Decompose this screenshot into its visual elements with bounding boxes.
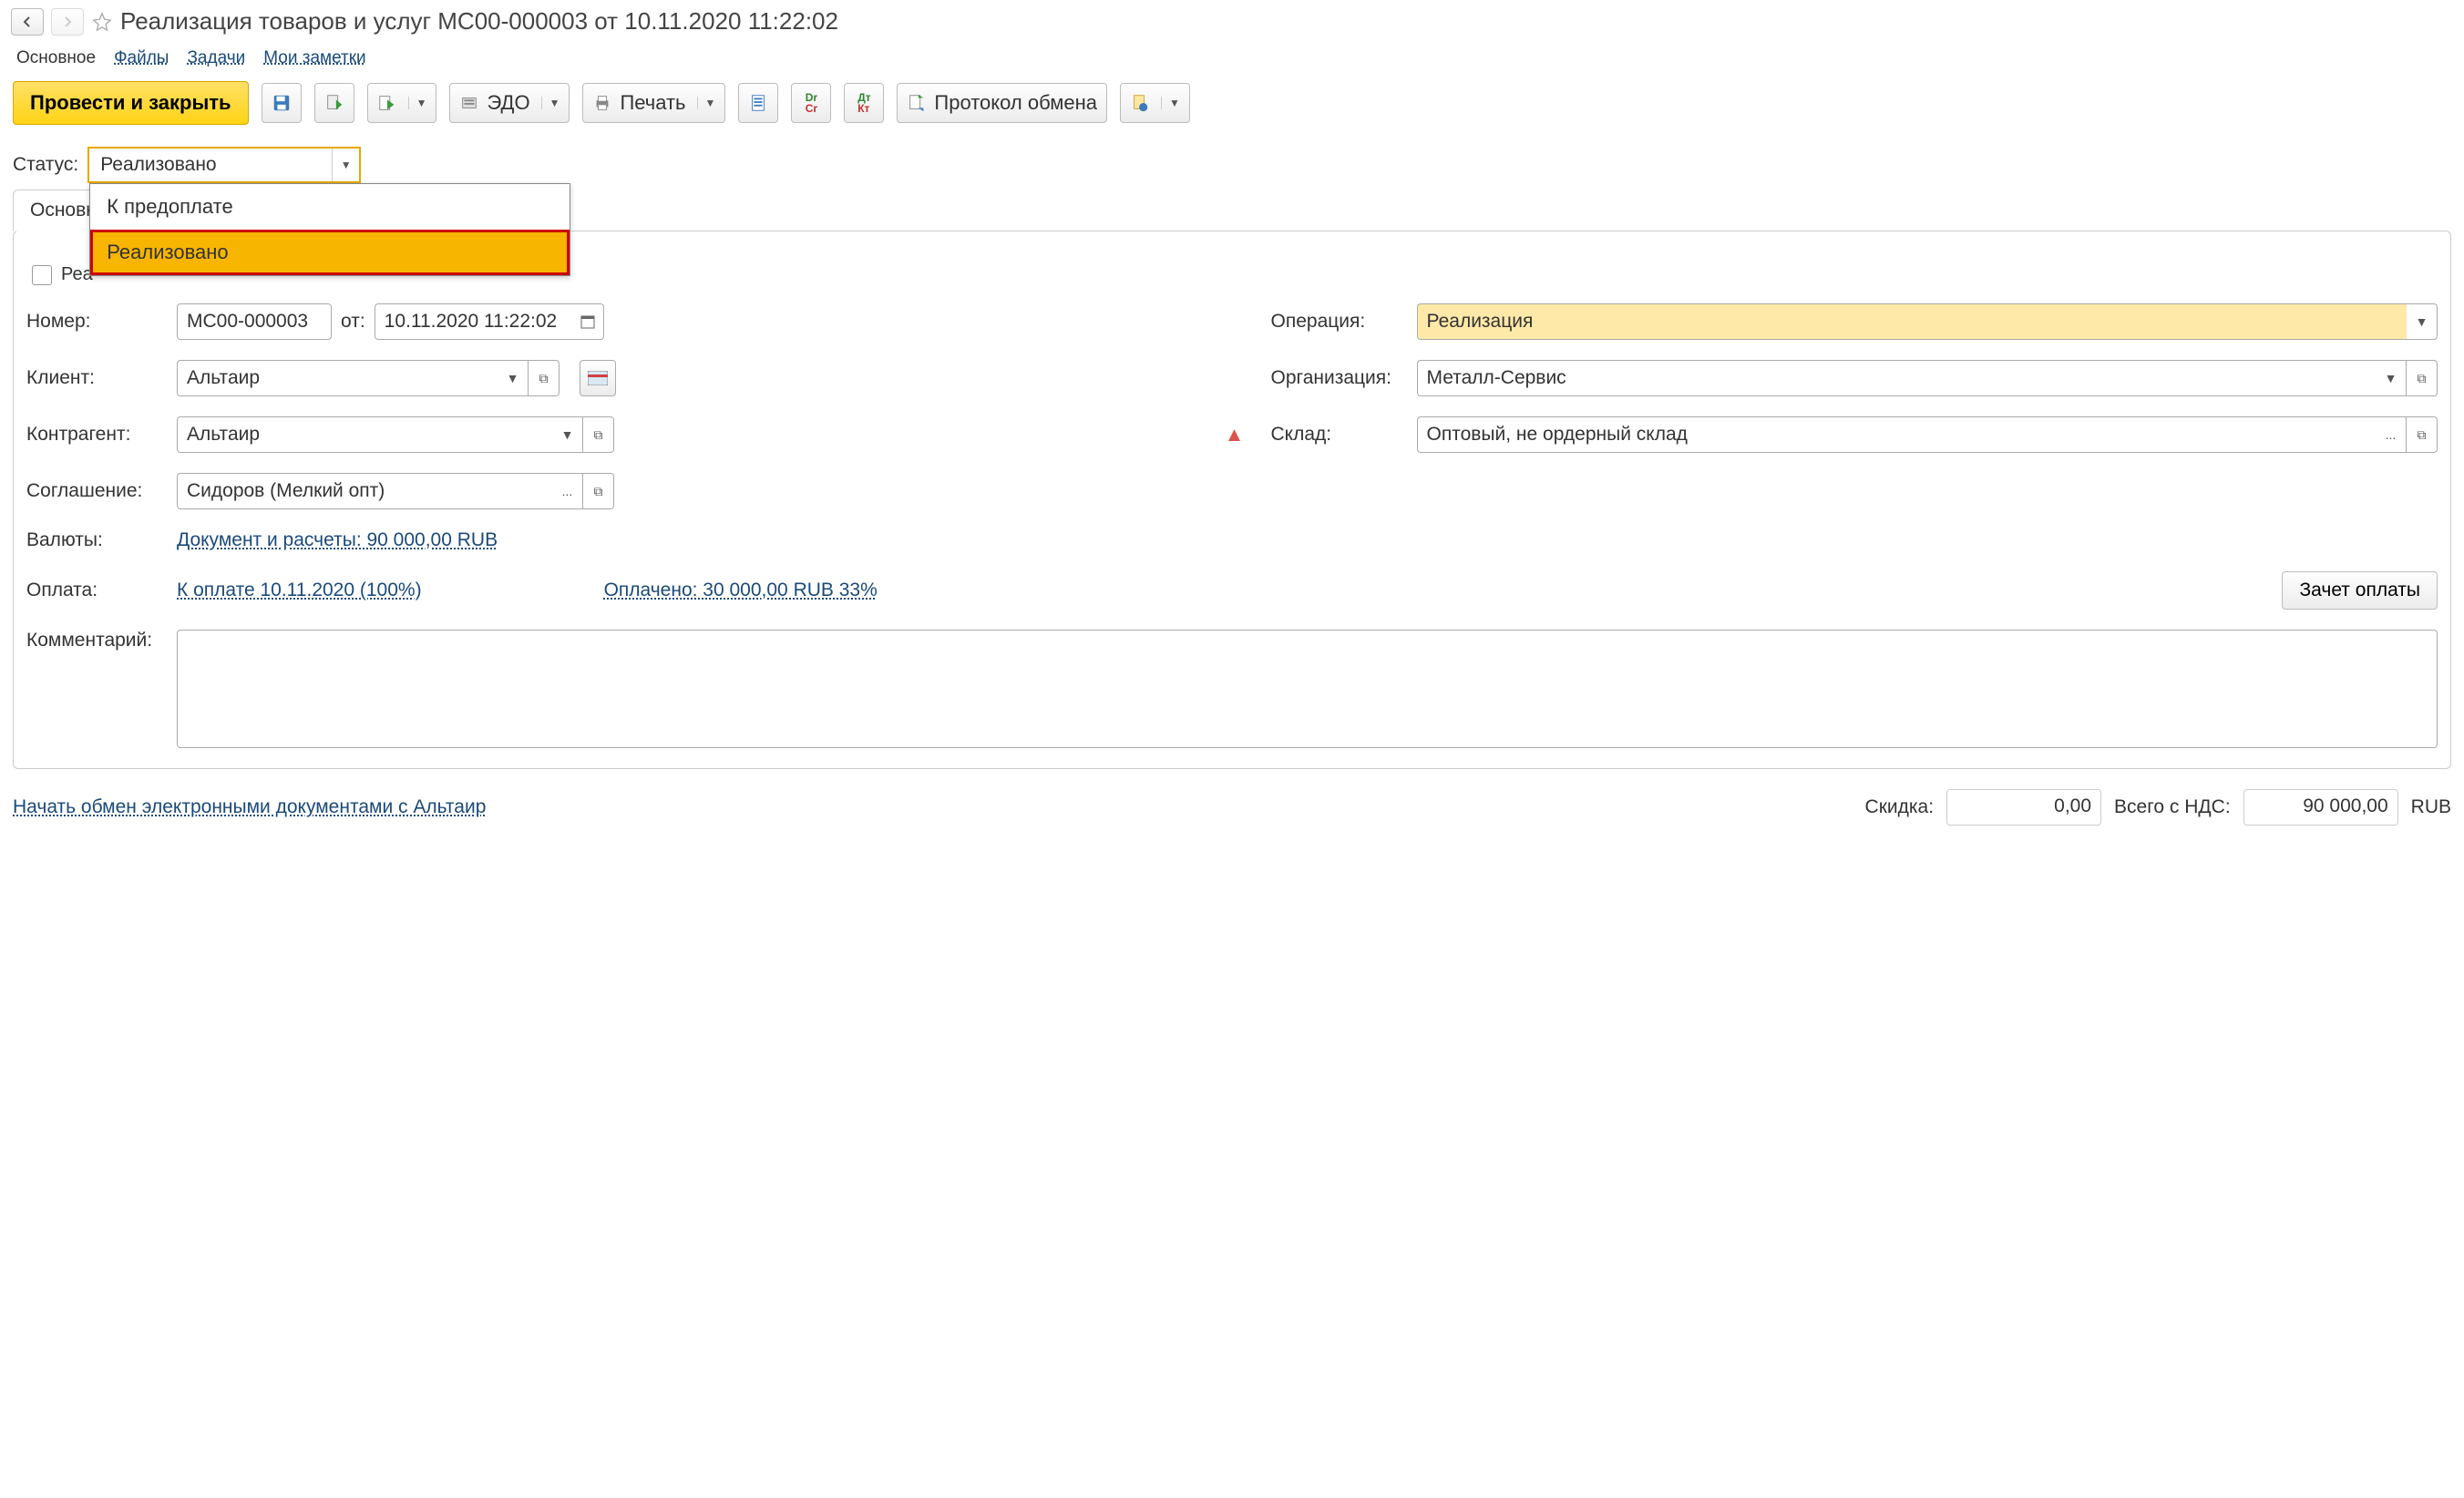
chevron-down-icon[interactable]: ▼	[2376, 360, 2407, 396]
drcr-button[interactable]: DrCr	[791, 83, 831, 123]
open-icon[interactable]: ⧉	[2407, 416, 2438, 453]
operation-field[interactable]: Реализация	[1417, 303, 2408, 340]
edo-button[interactable]: ЭДО ▼	[449, 83, 570, 123]
org-field[interactable]: Металл-Сервис	[1417, 360, 2377, 396]
edo-label: ЭДО	[487, 91, 529, 115]
ellipsis-icon[interactable]: ...	[2376, 416, 2407, 453]
tab-notes[interactable]: Мои заметки	[263, 48, 365, 68]
number-field[interactable]: МС00-000003	[177, 303, 332, 340]
status-label: Статус:	[13, 154, 78, 176]
agreement-field[interactable]: Сидоров (Мелкий опт)	[177, 473, 552, 509]
payment-label: Оплата:	[26, 580, 168, 601]
total-value: 90 000,00	[2243, 789, 2398, 826]
chevron-down-icon: ▼	[408, 97, 427, 109]
save-button[interactable]	[262, 83, 302, 123]
org-label: Организация:	[1271, 367, 1408, 389]
calendar-icon[interactable]	[573, 303, 604, 340]
tab-main[interactable]: Основное	[16, 48, 96, 68]
chevron-down-icon: ▼	[697, 97, 716, 109]
protocol-label: Протокол обмена	[934, 91, 1097, 115]
post-button[interactable]	[314, 83, 354, 123]
chevron-down-icon: ▼	[541, 97, 560, 109]
client-field[interactable]: Альтаир	[177, 360, 498, 396]
comment-field[interactable]	[177, 630, 2438, 748]
open-icon[interactable]: ⧉	[583, 473, 614, 509]
date-field[interactable]: 10.11.2020 11:22:02	[375, 303, 573, 340]
discount-label: Скидка:	[1865, 796, 1935, 818]
operation-label: Операция:	[1271, 311, 1408, 333]
currency-label: RUB	[2411, 796, 2451, 818]
currency-label: Валюты:	[26, 529, 168, 551]
chevron-down-icon[interactable]: ▼	[2407, 303, 2438, 340]
based-on-button[interactable]: ▼	[367, 83, 437, 123]
number-label: Номер:	[26, 311, 168, 333]
contragent-field[interactable]: Альтаир	[177, 416, 552, 453]
forward-button[interactable]	[51, 8, 84, 36]
status-dropdown: К предоплате Реализовано	[89, 183, 570, 276]
exchange-protocol-button[interactable]: Протокол обмена	[897, 83, 1107, 123]
paid-link[interactable]: Оплачено: 30 000,00 RUB 33%	[604, 580, 878, 601]
tab-tasks[interactable]: Задачи	[187, 48, 245, 68]
dtct-button[interactable]: ДтКт	[844, 83, 884, 123]
currency-link[interactable]: Документ и расчеты: 90 000,00 RUB	[177, 529, 498, 550]
comment-label: Комментарий:	[26, 630, 168, 652]
open-icon[interactable]: ⧉	[529, 360, 560, 396]
status-value: Реализовано	[100, 154, 216, 176]
total-label: Всего с НДС:	[2114, 796, 2231, 818]
status-option-prepay[interactable]: К предоплате	[90, 184, 570, 230]
tab-files[interactable]: Файлы	[114, 48, 169, 68]
print-label: Печать	[620, 91, 685, 115]
warehouse-label: Склад:	[1271, 424, 1408, 446]
open-icon[interactable]: ⧉	[2407, 360, 2438, 396]
additional-button[interactable]: ▼	[1120, 83, 1190, 123]
contragent-label: Контрагент:	[26, 424, 168, 446]
status-option-done[interactable]: Реализовано	[90, 230, 570, 275]
date-label: от:	[341, 311, 365, 333]
favorite-star-icon[interactable]	[91, 11, 113, 33]
chevron-down-icon: ▼	[1161, 97, 1180, 109]
chevron-down-icon[interactable]: ▼	[552, 416, 583, 453]
print-button[interactable]: Печать ▼	[582, 83, 725, 123]
open-icon[interactable]: ⧉	[583, 416, 614, 453]
page-title: Реализация товаров и услуг МС00-000003 о…	[120, 7, 838, 36]
warning-icon: ▲	[1225, 423, 1245, 446]
reports-button[interactable]	[738, 83, 778, 123]
back-button[interactable]	[11, 8, 44, 36]
discount-value: 0,00	[1946, 789, 2101, 826]
checkbox-label: Реа	[61, 264, 93, 285]
client-label: Клиент:	[26, 367, 168, 389]
agreement-label: Соглашение:	[26, 480, 168, 502]
payment-link[interactable]: К оплате 10.11.2020 (100%)	[177, 580, 422, 601]
status-select[interactable]: Реализовано ▼ К предоплате Реализовано	[87, 147, 361, 183]
chevron-down-icon[interactable]: ▼	[498, 360, 529, 396]
post-and-close-button[interactable]: Провести и закрыть	[13, 81, 249, 125]
offset-payment-button[interactable]: Зачет оплаты	[2282, 571, 2438, 610]
realized-checkbox[interactable]	[32, 265, 52, 285]
edi-start-link[interactable]: Начать обмен электронными документами с …	[13, 796, 486, 818]
ellipsis-icon[interactable]: ...	[552, 473, 583, 509]
warehouse-field[interactable]: Оптовый, не ордерный склад	[1417, 416, 2377, 453]
chevron-down-icon: ▼	[332, 149, 359, 181]
card-icon[interactable]	[580, 360, 616, 396]
